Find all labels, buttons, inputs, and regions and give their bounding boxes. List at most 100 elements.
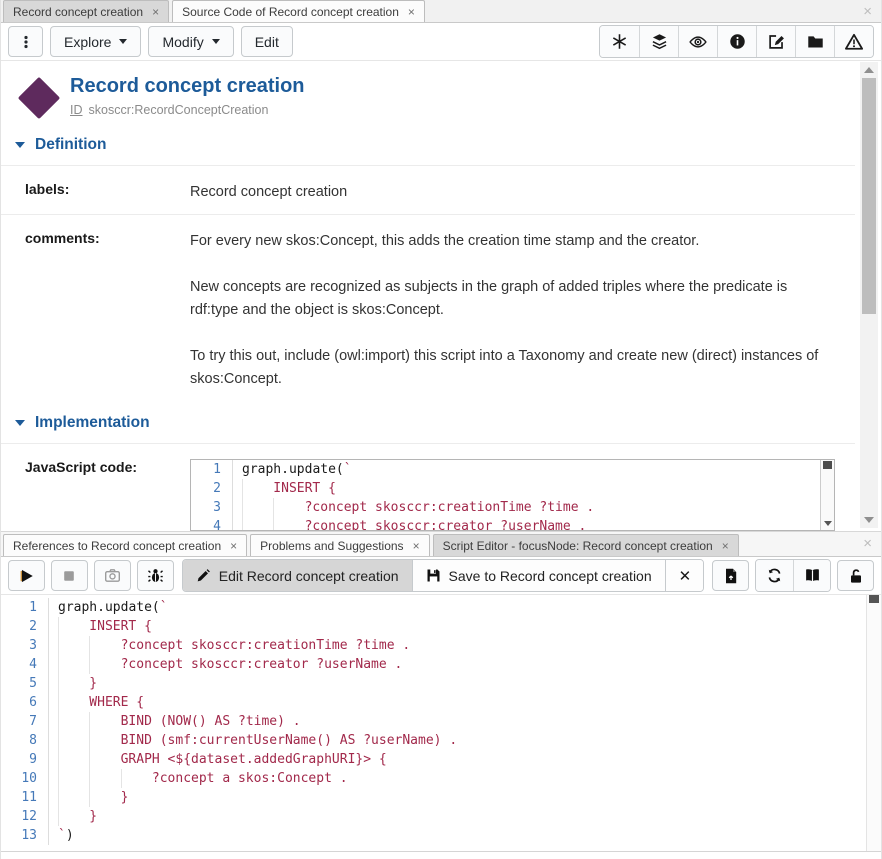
open-book-icon — [804, 567, 821, 584]
edit-button[interactable]: Edit — [241, 26, 293, 57]
scrollbar-thumb[interactable] — [823, 461, 832, 469]
editor-scrollbar[interactable] — [866, 595, 881, 851]
code-token: } — [121, 790, 129, 805]
scroll-down-icon[interactable] — [824, 521, 832, 526]
code-token: INSERT { — [273, 481, 336, 496]
indent-guide — [58, 769, 89, 788]
code-line: 4?concept skosccr:creator ?userName . — [1, 655, 865, 674]
section-definition[interactable]: Definition — [1, 119, 855, 165]
code-token: INSERT { — [89, 619, 152, 634]
stop-icon — [61, 568, 77, 584]
tab-record-concept-creation[interactable]: Record concept creation × — [3, 0, 169, 22]
tab-close-icon[interactable]: × — [230, 540, 237, 552]
line-number: 4 — [191, 517, 233, 531]
resource-content: Record concept creation IDskosccr:Record… — [1, 61, 881, 531]
refresh-button[interactable] — [756, 560, 793, 591]
library-button[interactable] — [793, 560, 830, 591]
comment-paragraph: New concepts are recognized as subjects … — [190, 276, 822, 322]
code-token: GRAPH <${dataset.addedGraphURI}> { — [121, 752, 387, 767]
kebab-menu-button[interactable] — [8, 26, 43, 57]
tab-source-code[interactable]: Source Code of Record concept creation × — [172, 0, 425, 22]
comments-value: For every new skos:Concept, this adds th… — [190, 230, 822, 397]
script-code-editor[interactable]: 1graph.update(`2INSERT {3?concept skoscc… — [1, 595, 881, 852]
unlock-button[interactable] — [837, 560, 874, 591]
tab-problems-suggestions[interactable]: Problems and Suggestions × — [250, 534, 429, 556]
modify-dropdown-button[interactable]: Modify — [148, 26, 233, 57]
warning-button[interactable] — [834, 26, 873, 57]
code-line: 9GRAPH <${dataset.addedGraphURI}> { — [1, 750, 865, 769]
modify-label: Modify — [162, 34, 203, 50]
save-icon — [426, 568, 441, 583]
unlock-icon — [848, 568, 864, 584]
warning-icon — [845, 33, 863, 51]
id-label[interactable]: ID — [70, 103, 83, 117]
explore-dropdown-button[interactable]: Explore — [50, 26, 141, 57]
edit-note-icon — [768, 33, 785, 50]
line-number: 1 — [191, 460, 233, 479]
code-line: 13`) — [1, 826, 865, 845]
edit-record-label: Edit Record concept creation — [219, 568, 399, 584]
pencil-icon — [196, 568, 211, 583]
tab-script-editor[interactable]: Script Editor - focusNode: Record concep… — [433, 534, 739, 556]
code-token: graph.update( — [242, 462, 344, 477]
section-implementation[interactable]: Implementation — [1, 406, 855, 443]
panel-close-icon[interactable]: × — [863, 536, 872, 551]
run-script-button[interactable] — [8, 560, 45, 591]
code-line: 1graph.update(` — [191, 460, 820, 479]
labels-label: labels: — [1, 181, 190, 204]
code-line: 7BIND (NOW() AS ?time) . — [1, 712, 865, 731]
edit-note-button[interactable] — [756, 26, 795, 57]
code-line: 2INSERT { — [191, 479, 820, 498]
export-file-icon — [723, 568, 739, 584]
code-token: WHERE { — [89, 695, 144, 710]
code-token: ?concept skosccr:creationTime ?time . — [121, 638, 411, 653]
save-record-button[interactable]: Save to Record concept creation — [412, 560, 665, 591]
code-text: graph.update(` — [233, 460, 352, 479]
collapse-triangle-icon[interactable] — [15, 142, 25, 148]
scrollbar-thumb[interactable] — [869, 595, 879, 603]
scroll-down-icon[interactable] — [864, 517, 874, 523]
resource-id: IDskosccr:RecordConceptCreation — [70, 103, 305, 117]
resource-panel: Record concept creation × Source Code of… — [1, 0, 881, 531]
folder-button[interactable] — [795, 26, 834, 57]
asterisk-button[interactable] — [600, 26, 639, 57]
line-number: 10 — [1, 769, 49, 788]
screenshot-button[interactable] — [94, 560, 131, 591]
page-scrollbar[interactable] — [860, 62, 878, 528]
code-preview-scrollbar[interactable] — [820, 460, 834, 530]
labels-value: Record concept creation — [190, 181, 822, 204]
edit-record-button[interactable]: Edit Record concept creation — [183, 560, 412, 591]
info-button[interactable] — [717, 26, 756, 57]
code-text: `) — [49, 826, 74, 845]
code-line: 2INSERT { — [1, 617, 865, 636]
indent-guide — [89, 769, 120, 788]
code-preview-lines: 1graph.update(`2INSERT {3?concept skoscc… — [191, 460, 820, 531]
export-file-button[interactable] — [712, 560, 749, 591]
indent-guide — [121, 769, 152, 788]
collapse-triangle-icon[interactable] — [15, 420, 25, 426]
code-token: ) — [66, 828, 74, 843]
indent-guide — [242, 498, 273, 517]
layers-button[interactable] — [639, 26, 678, 57]
eye-button[interactable] — [678, 26, 717, 57]
close-script-button[interactable]: ✕ — [665, 560, 704, 591]
stop-script-button[interactable] — [51, 560, 88, 591]
scrollbar-thumb[interactable] — [862, 78, 876, 314]
tab-close-icon[interactable]: × — [408, 6, 415, 18]
tab-label: Script Editor - focusNode: Record concep… — [443, 539, 713, 553]
code-line: 6WHERE { — [1, 693, 865, 712]
scroll-up-icon[interactable] — [864, 67, 874, 73]
tab-close-icon[interactable]: × — [152, 6, 159, 18]
tab-references[interactable]: References to Record concept creation × — [3, 534, 247, 556]
panel-close-icon[interactable]: × — [863, 4, 872, 19]
code-token: ` — [58, 828, 66, 843]
tab-close-icon[interactable]: × — [722, 540, 729, 552]
debug-script-button[interactable] — [137, 560, 174, 591]
tab-label: Source Code of Record concept creation — [182, 5, 399, 19]
line-number: 1 — [1, 598, 49, 617]
javascript-code-preview[interactable]: 1graph.update(`2INSERT {3?concept skoscc… — [190, 459, 835, 531]
resource-header: Record concept creation IDskosccr:Record… — [1, 61, 855, 119]
code-line: 11} — [1, 788, 865, 807]
code-text: ?concept a skos:Concept . — [49, 769, 348, 788]
tab-close-icon[interactable]: × — [413, 540, 420, 552]
